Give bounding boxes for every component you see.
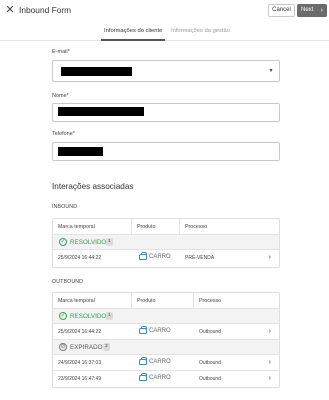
table-row[interactable]: 25/9/2024 16:44:22 CARRO PRÉ-VENDA › (53, 250, 279, 266)
inbound-group-title: INBOUND (52, 204, 78, 210)
email-redacted-value (61, 67, 132, 76)
car-icon (139, 357, 147, 365)
tab-management-info[interactable]: Informações da gestão (171, 26, 230, 36)
column-header-product: Produto (137, 298, 156, 304)
name-label: Nome* (52, 93, 69, 99)
status-label-resolved: RESOLVIDO (70, 313, 107, 320)
status-group-row[interactable]: ✓ RESOLVIDO 1 (53, 309, 279, 324)
header-bar: ✕ Inbound Form Cancel Next › (0, 0, 329, 22)
status-label-resolved: RESOLVIDO (70, 239, 107, 246)
row-timestamp: 25/9/2024 16:44:22 (58, 255, 102, 261)
check-circle-icon: ✓ (59, 312, 67, 320)
status-group-row[interactable]: ✓ RESOLVIDO 1 (53, 235, 279, 250)
email-label: E-mail* (52, 49, 70, 55)
column-header-process: Processo (185, 224, 208, 230)
status-group-row[interactable]: ⊘ EXPIRADO 2 (53, 340, 279, 355)
row-timestamp: 25/9/2024 16:44:22 (58, 329, 102, 335)
car-icon (139, 252, 147, 260)
phone-label: Telefone* (52, 131, 75, 137)
interactions-title: Interações associadas (52, 182, 134, 191)
car-icon (139, 373, 147, 381)
row-product: CARRO (149, 328, 171, 334)
column-header-timestamp: Marca temporal (58, 224, 95, 230)
column-divider (131, 293, 132, 309)
column-header-timestamp: Marca temporal (58, 298, 95, 304)
chevron-right-icon[interactable]: › (269, 253, 271, 262)
row-timestamp: 23/9/2024 16:47:49 (58, 376, 102, 382)
expired-icon: ⊘ (59, 343, 67, 351)
car-icon (139, 326, 147, 334)
cancel-button[interactable]: Cancel (268, 4, 295, 17)
chevron-right-icon[interactable]: › (269, 327, 271, 336)
row-product: CARRO (149, 254, 171, 260)
column-divider (131, 219, 132, 235)
status-count-badge: 1 (106, 238, 113, 246)
status-label-expired: EXPIRADO (70, 344, 103, 351)
row-process: Outbound (199, 376, 221, 382)
chevron-right-icon: › (320, 7, 323, 14)
column-divider (193, 293, 194, 309)
inbound-table: Marca temporal Produto Processo ✓ RESOLV… (52, 218, 280, 268)
tab-bar: Informações do cliente Informações da ge… (0, 22, 329, 41)
table-header-row: Marca temporal Produto Processo (53, 219, 279, 235)
tab-client-info[interactable]: Informações do cliente (104, 26, 162, 36)
row-product: CARRO (149, 359, 171, 365)
row-process: Outbound (199, 360, 221, 366)
table-row[interactable]: 24/9/2024 16:37:03 CARRO Outbound › (53, 355, 279, 371)
chevron-right-icon[interactable]: › (269, 374, 271, 383)
column-header-product: Produto (137, 224, 156, 230)
row-process: PRÉ-VENDA (185, 255, 215, 261)
page-title: Inbound Form (19, 5, 72, 15)
close-icon[interactable]: ✕ (5, 4, 15, 16)
row-product: CARRO (149, 375, 171, 381)
next-button-label: Next (301, 7, 314, 13)
table-header-row: Marca temporal Produto Processo (53, 293, 279, 309)
row-timestamp: 24/9/2024 16:37:03 (58, 360, 102, 366)
check-circle-icon: ✓ (59, 238, 67, 246)
status-count-badge: 2 (103, 343, 110, 351)
table-row[interactable]: 23/9/2024 16:47:49 CARRO Outbound › (53, 371, 279, 387)
outbound-group-title: OUTBOUND (52, 279, 84, 285)
chevron-right-icon[interactable]: › (269, 358, 271, 367)
name-redacted-value (58, 107, 144, 116)
phone-redacted-value (58, 147, 103, 156)
active-tab-indicator (101, 39, 165, 41)
row-process: Outbound (199, 329, 221, 335)
chevron-down-icon[interactable]: ▼ (267, 68, 275, 74)
column-header-process: Processo (199, 298, 222, 304)
column-divider (179, 219, 180, 235)
status-count-badge: 1 (106, 312, 113, 320)
table-row[interactable]: 25/9/2024 16:44:22 CARRO Outbound › (53, 324, 279, 340)
next-button[interactable]: Next › (297, 4, 327, 17)
outbound-table: Marca temporal Produto Processo ✓ RESOLV… (52, 292, 280, 388)
